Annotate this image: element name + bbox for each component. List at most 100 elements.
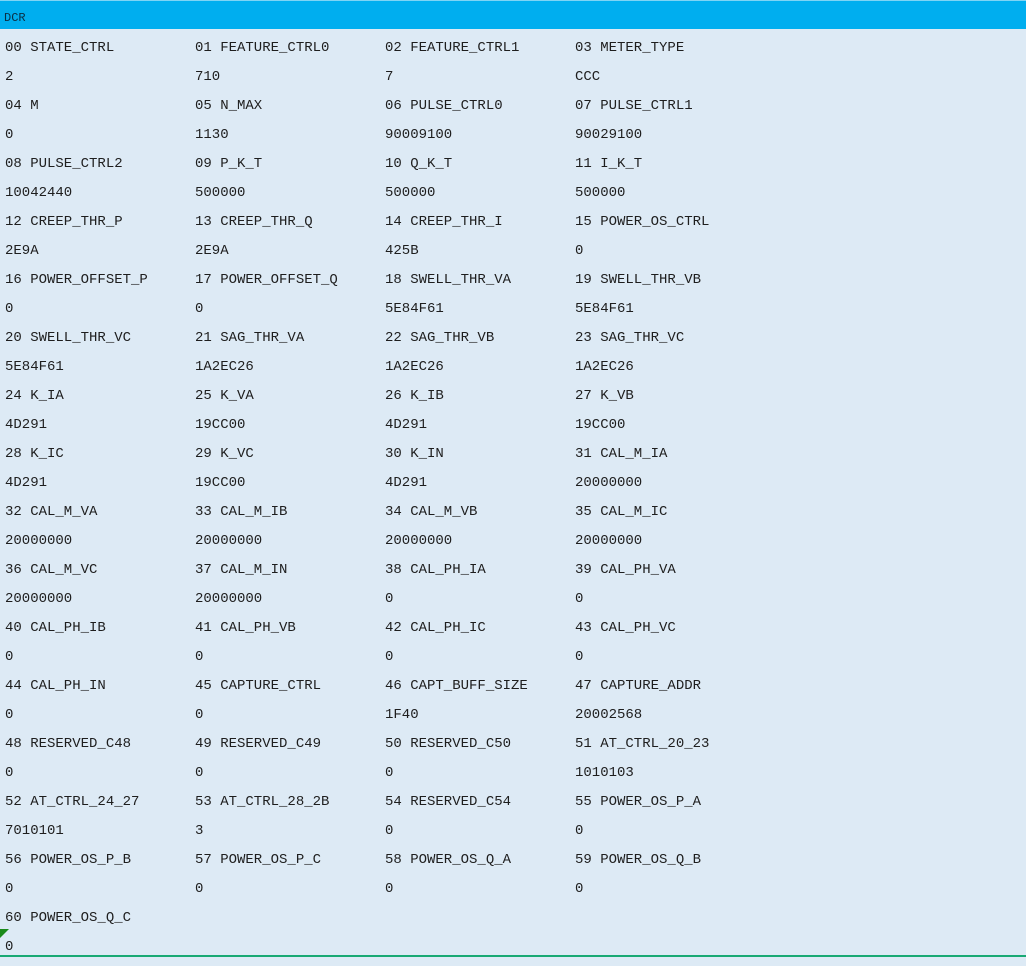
register-value[interactable]: 5E84F61 [5,357,64,377]
register-value[interactable]: 90009100 [385,125,452,145]
register-value[interactable]: CCC [575,67,600,87]
register-cell: 06 PULSE_CTRL0 90009100 [385,96,575,154]
register-value[interactable]: 4D291 [5,415,47,435]
register-value[interactable]: 1010103 [575,763,634,783]
register-value[interactable]: 0 [195,879,203,899]
register-value[interactable]: 3 [195,821,203,841]
register-name: 02 FEATURE_CTRL1 [385,40,520,56]
register-value[interactable]: 0 [575,821,583,841]
register-value[interactable]: 19CC00 [195,415,245,435]
register-value[interactable]: 2E9A [195,241,229,261]
register-value[interactable]: 0 [195,763,203,783]
register-cell: 38 CAL_PH_IA 0 [385,560,575,618]
register-name: 07 PULSE_CTRL1 [575,98,693,114]
register-value[interactable]: 19CC00 [195,473,245,493]
register-cell: 35 CAL_M_IC 20000000 [575,502,765,560]
register-value[interactable]: 1130 [195,125,229,145]
register-value[interactable]: 2E9A [5,241,39,261]
register-value[interactable]: 0 [195,299,203,319]
register-value[interactable]: 0 [575,241,583,261]
register-row: 32 CAL_M_VA 20000000 33 CAL_M_IB 20000000 34… [5,502,1020,560]
register-cell: 45 CAPTURE_CTRL 0 [195,676,385,734]
register-value[interactable]: 0 [5,879,13,899]
register-value[interactable]: 20000000 [575,473,642,493]
register-value[interactable]: 5E84F61 [385,299,444,319]
register-name: 09 P_K_T [195,156,263,172]
register-value[interactable]: 4D291 [5,473,47,493]
register-name: 29 K_VC [195,446,254,462]
register-cell: 05 N_MAX 1130 [195,96,385,154]
register-name: 15 POWER_OS_CTRL [575,214,710,230]
register-name: 05 N_MAX [195,98,263,114]
register-value[interactable]: 2 [5,67,13,87]
register-cell: 34 CAL_M_VB 20000000 [385,502,575,560]
register-cell: 24 K_IA 4D291 [5,386,195,444]
register-value[interactable]: 0 [575,879,583,899]
register-row: 28 K_IC 4D291 29 K_VC 19CC00 30 K_IN 4D291 31 … [5,444,1020,502]
register-value[interactable]: 10042440 [5,183,72,203]
register-value[interactable]: 0 [385,763,393,783]
register-value[interactable]: 20000000 [575,531,642,551]
register-value[interactable]: 20000000 [5,589,72,609]
register-grid: 00 STATE_CTRL 2 01 FEATURE_CTRL0 710 02 FEAT… [5,38,1020,966]
register-value[interactable]: 4D291 [385,415,427,435]
register-name: 23 SAG_THR_VC [575,330,685,346]
register-value[interactable]: 1A2EC26 [195,357,254,377]
register-value[interactable]: 0 [385,647,393,667]
register-name: 31 CAL_M_IA [575,446,668,462]
register-value[interactable]: 20000000 [385,531,452,551]
register-name: 41 CAL_PH_VB [195,620,296,636]
register-value[interactable]: 0 [5,125,13,145]
register-value[interactable]: 7 [385,67,393,87]
register-value[interactable]: 0 [575,647,583,667]
register-value[interactable]: 20002568 [575,705,642,725]
register-value[interactable]: 0 [385,879,393,899]
register-value[interactable]: 0 [575,589,583,609]
register-name: 54 RESERVED_C54 [385,794,512,810]
register-cell: 47 CAPTURE_ADDR 20002568 [575,676,765,734]
register-cell: 23 SAG_THR_VC 1A2EC26 [575,328,765,386]
register-row: 04 M 0 05 N_MAX 1130 06 PULSE_CTRL0 90009100 0… [5,96,1020,154]
register-value[interactable]: 4D291 [385,473,427,493]
register-value[interactable]: 20000000 [195,531,262,551]
register-value[interactable]: 20000000 [5,531,72,551]
register-value[interactable]: 5E84F61 [575,299,634,319]
register-value[interactable]: 0 [5,763,13,783]
register-cell: 42 CAL_PH_IC 0 [385,618,575,676]
register-value[interactable]: 7010101 [5,821,64,841]
register-cell: 33 CAL_M_IB 20000000 [195,502,385,560]
register-value[interactable]: 0 [5,705,13,725]
register-name: 13 CREEP_THR_Q [195,214,313,230]
register-value[interactable]: 0 [195,647,203,667]
register-value[interactable]: 500000 [195,183,245,203]
register-cell: 52 AT_CTRL_24_27 7010101 [5,792,195,850]
register-name: 44 CAL_PH_IN [5,678,106,694]
register-name: 57 POWER_OS_P_C [195,852,322,868]
register-value[interactable]: 0 [5,937,13,957]
register-value[interactable]: 90029100 [575,125,642,145]
register-cell: 19 SWELL_THR_VB 5E84F61 [575,270,765,328]
register-value[interactable]: 0 [385,821,393,841]
register-name: 19 SWELL_THR_VB [575,272,702,288]
register-value[interactable]: 1F40 [385,705,419,725]
register-value[interactable]: 500000 [385,183,435,203]
register-cell: 03 METER_TYPE CCC [575,38,765,96]
register-value[interactable]: 0 [5,647,13,667]
register-cell: 12 CREEP_THR_P 2E9A [5,212,195,270]
register-name: 08 PULSE_CTRL2 [5,156,123,172]
register-value[interactable]: 19CC00 [575,415,625,435]
register-value[interactable]: 0 [385,589,393,609]
register-value[interactable]: 425B [385,241,419,261]
register-value[interactable]: 0 [5,299,13,319]
register-name: 01 FEATURE_CTRL0 [195,40,330,56]
register-value[interactable]: 710 [195,67,220,87]
register-cell: 48 RESERVED_C48 0 [5,734,195,792]
register-value[interactable]: 0 [195,705,203,725]
register-cell: 26 K_IB 4D291 [385,386,575,444]
register-row: 20 SWELL_THR_VC 5E84F61 21 SAG_THR_VA 1A2EC… [5,328,1020,386]
register-value[interactable]: 20000000 [195,589,262,609]
register-cell: 10 Q_K_T 500000 [385,154,575,212]
register-value[interactable]: 500000 [575,183,625,203]
register-value[interactable]: 1A2EC26 [575,357,634,377]
register-value[interactable]: 1A2EC26 [385,357,444,377]
